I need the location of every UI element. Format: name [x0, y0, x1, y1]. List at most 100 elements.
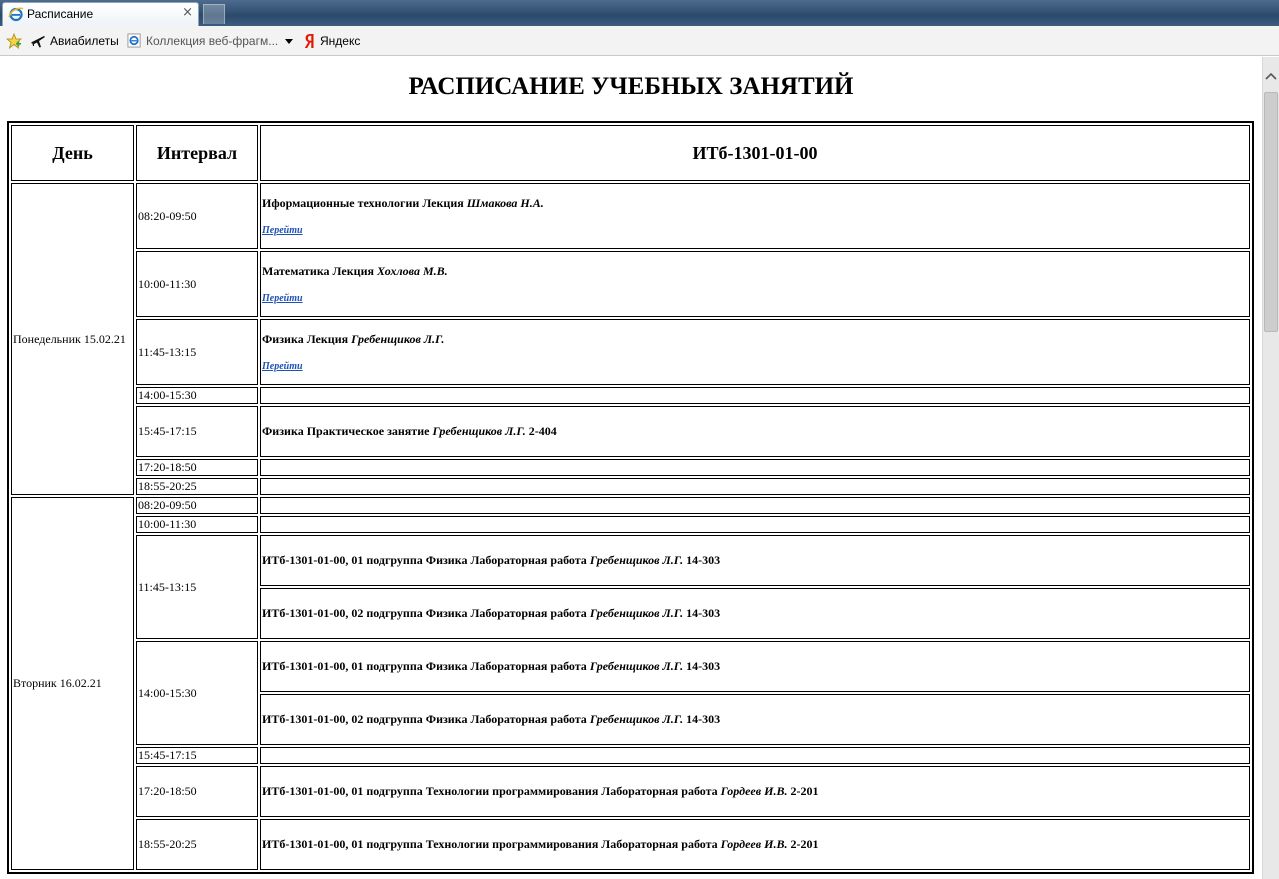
interval-cell: 18:55-20:25: [136, 819, 258, 870]
interval-cell: 10:00-11:30: [136, 251, 258, 317]
lesson-room: 14-303: [683, 659, 721, 673]
table-row: Понедельник 15.02.21 08:20-09:50 Иформацио…: [11, 183, 1250, 495]
lesson-text: ИТб-1301-01-00, 01 подгруппа Физика Лабо…: [262, 659, 720, 673]
interval-cell: 11:45-13:15: [136, 319, 258, 385]
interval-cell: 15:45-17:15: [136, 747, 258, 764]
new-tab-button[interactable]: [203, 4, 225, 24]
lesson-room: 2-201: [787, 837, 819, 851]
table-row: Вторник 16.02.21 08:20-09:50: [11, 497, 1250, 870]
lesson-subject: Физика Практическое занятие: [262, 424, 433, 438]
lesson-cell: [260, 387, 1250, 404]
favorite-label: Яндекс: [320, 34, 361, 48]
lesson-teacher: Шмакова Н.А.: [466, 196, 544, 210]
lesson-teacher: Гордеев И.В.: [720, 837, 788, 851]
favorites-star-button[interactable]: [6, 33, 22, 49]
table-row: 10:00-11:30 Математика Лекция Хохлова М.В…: [11, 251, 1250, 317]
goto-link[interactable]: Перейти: [262, 225, 1248, 236]
favorite-label: Коллекция веб-фрагм...: [146, 33, 279, 48]
close-tab-icon[interactable]: ×: [182, 5, 193, 20]
lesson-room: 2-404: [525, 424, 557, 438]
lesson-text: Физика Практическое занятие Гребенщиков …: [262, 424, 557, 438]
table-row: 14:00-15:30 ИТб-1301-01-00, 01 подгруппа …: [11, 641, 1250, 745]
airplane-icon: [31, 36, 45, 48]
vertical-scrollbar[interactable]: [1262, 57, 1279, 879]
page-content: РАСПИСАНИЕ УЧЕБНЫХ ЗАНЯТИЙ День Интервал…: [0, 57, 1262, 879]
header-interval: Интервал: [136, 125, 258, 181]
favorites-star-icon: [6, 33, 22, 49]
lesson-cell: Физика Лекция Гребенщиков Л.Г. Перейти: [260, 319, 1250, 385]
interval-cell: 14:00-15:30: [136, 387, 258, 404]
lesson-cell: [260, 516, 1250, 533]
lesson-cell: Физика Практическое занятие Гребенщиков …: [260, 406, 1250, 457]
tab-title: Расписание: [27, 7, 94, 21]
schedule-body: Понедельник 15.02.21 08:20-09:50 Иформацио…: [11, 183, 1250, 870]
lesson-teacher: Гребенщиков Л.Г.: [589, 606, 684, 620]
table-row: 17:20-18:50 ИТб-1301-01-00, 01 подгруппа …: [11, 766, 1250, 817]
interval-cell: 17:20-18:50: [136, 766, 258, 817]
lesson-cell: ИТб-1301-01-00, 02 подгруппа Физика Лабо…: [260, 694, 1250, 745]
lesson-cell: ИТб-1301-01-00, 01 подгруппа Физика Лабо…: [260, 641, 1250, 692]
header-group: ИТб-1301-01-00: [260, 125, 1250, 181]
favorite-aviabilety[interactable]: Авиабилеты: [30, 33, 119, 49]
lesson-cell: ИТб-1301-01-00, 02 подгруппа Физика Лабо…: [260, 588, 1250, 639]
lesson-teacher: Гребенщиков Л.Г.: [589, 553, 684, 567]
table-row: 11:45-13:15 ИТб-1301-01-00, 01 подгруппа …: [11, 535, 1250, 639]
page-title: РАСПИСАНИЕ УЧЕБНЫХ ЗАНЯТИЙ: [408, 73, 854, 100]
header-day: День: [11, 125, 134, 181]
lesson-text: Иформационные технологии Лекция Шмакова …: [262, 196, 544, 210]
lesson-text: ИТб-1301-01-00, 01 подгруппа Технологии …: [262, 837, 818, 851]
lesson-cell: [260, 478, 1250, 495]
scroll-up-arrow-icon[interactable]: [1263, 69, 1279, 85]
lesson-subject: ИТб-1301-01-00, 01 подгруппа Физика Лабо…: [262, 659, 590, 673]
lesson-subject: Иформационные технологии Лекция: [262, 196, 467, 210]
yandex-icon: [304, 34, 314, 48]
interval-cell: 08:20-09:50: [136, 183, 258, 249]
lesson-teacher: Хохлова М.В.: [376, 264, 448, 278]
goto-link[interactable]: Перейти: [262, 361, 1248, 372]
lesson-cell: ИТб-1301-01-00, 01 подгруппа Технологии …: [260, 766, 1250, 817]
interval-cell: 14:00-15:30: [136, 641, 258, 745]
lesson-teacher: Гребенщиков Л.Г.: [589, 659, 684, 673]
table-row: 17:20-18:50: [11, 459, 1250, 476]
lesson-cell: ИТб-1301-01-00, 01 подгруппа Технологии …: [260, 819, 1250, 870]
lesson-teacher: Гордеев И.В.: [720, 784, 788, 798]
lesson-room: 14-303: [683, 606, 721, 620]
favorite-web-slices[interactable]: Коллекция веб-фрагм...: [127, 33, 294, 48]
lesson-teacher: Гребенщиков Л.Г.: [589, 712, 684, 726]
lesson-subject: Физика Лекция: [262, 332, 352, 346]
table-header-row: День Интервал ИТб-1301-01-00: [11, 125, 1250, 181]
lesson-room: 2-201: [787, 784, 819, 798]
scrollbar-thumb[interactable]: [1264, 92, 1278, 332]
chevron-down-icon[interactable]: [284, 36, 294, 46]
goto-link[interactable]: Перейти: [262, 293, 1248, 304]
lesson-cell: [260, 459, 1250, 476]
lesson-subject: ИТб-1301-01-00, 01 подгруппа Технологии …: [262, 784, 721, 798]
lesson-text: ИТб-1301-01-00, 01 подгруппа Технологии …: [262, 784, 818, 798]
favorites-bar: Авиабилеты Коллекция веб-фрагм... Яндекс: [0, 26, 1279, 56]
ie-icon: [8, 7, 24, 22]
lesson-room: 14-303: [683, 553, 721, 567]
table-row: 11:45-13:15 Физика Лекция Гребенщиков Л.Г…: [11, 319, 1250, 385]
lesson-text: Физика Лекция Гребенщиков Л.Г.: [262, 332, 444, 346]
lesson-text: ИТб-1301-01-00, 02 подгруппа Физика Лабо…: [262, 606, 720, 620]
interval-cell: 10:00-11:30: [136, 516, 258, 533]
lesson-cell: [260, 747, 1250, 764]
lesson-teacher: Гребенщиков Л.Г.: [432, 424, 526, 438]
schedule-table: День Интервал ИТб-1301-01-00 Понедельник…: [7, 121, 1254, 874]
lesson-text: ИТб-1301-01-00, 02 подгруппа Физика Лабо…: [262, 712, 720, 726]
interval-cell: 17:20-18:50: [136, 459, 258, 476]
table-row: 14:00-15:30: [11, 387, 1250, 404]
interval-cell: 15:45-17:15: [136, 406, 258, 457]
lesson-subject: Математика Лекция: [262, 264, 377, 278]
day-cell: Вторник 16.02.21: [11, 497, 134, 870]
lesson-cell: Математика Лекция Хохлова М.В. Перейти: [260, 251, 1250, 317]
table-row: 18:55-20:25: [11, 478, 1250, 495]
lesson-cell: [260, 497, 1250, 514]
table-row: 18:55-20:25 ИТб-1301-01-00, 01 подгруппа …: [11, 819, 1250, 870]
favorite-yandex[interactable]: Яндекс: [304, 33, 360, 49]
ie-icon: [127, 33, 141, 48]
tab-raspisanie[interactable]: Расписание ×: [2, 2, 199, 26]
lesson-cell: ИТб-1301-01-00, 01 подгруппа Физика Лабо…: [260, 535, 1250, 586]
lesson-subject: ИТб-1301-01-00, 02 подгруппа Физика Лабо…: [262, 712, 590, 726]
lesson-text: ИТб-1301-01-00, 01 подгруппа Физика Лабо…: [262, 553, 720, 567]
